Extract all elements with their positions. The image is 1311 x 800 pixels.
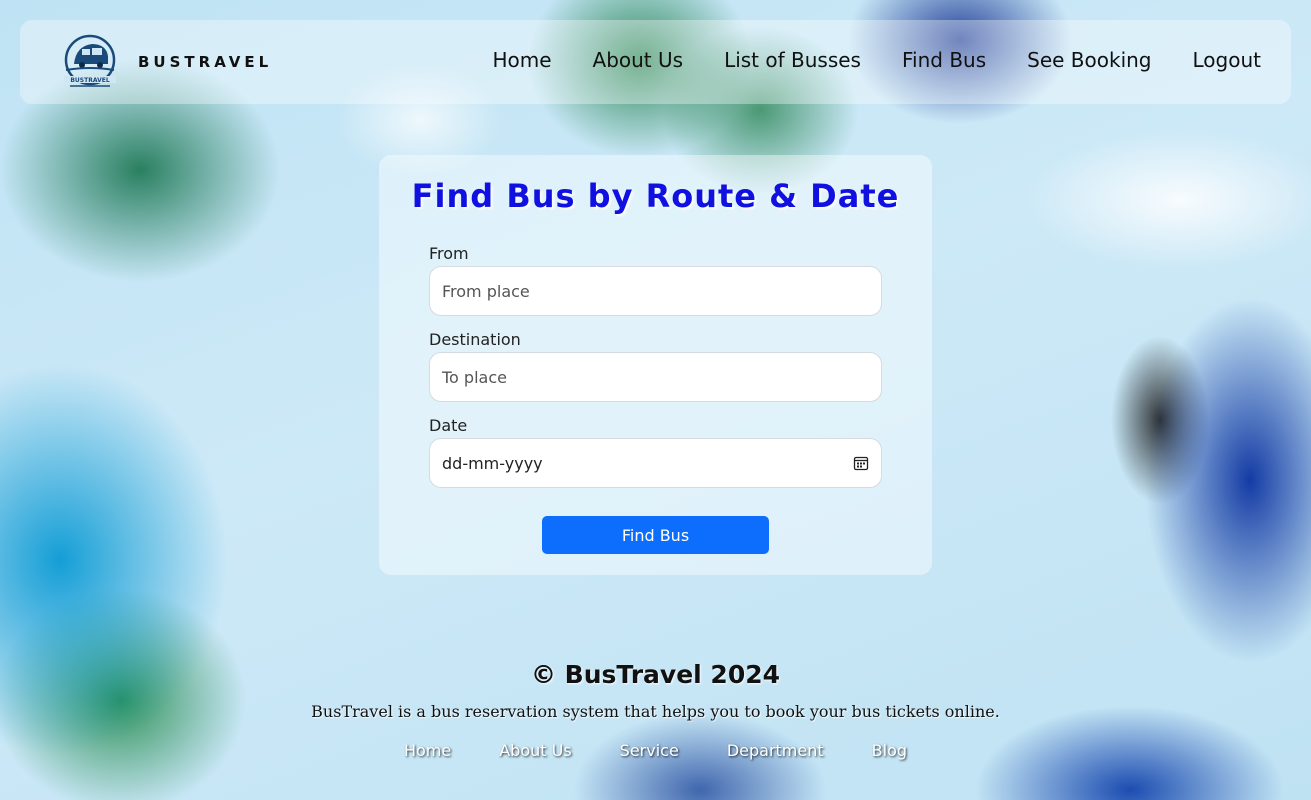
find-bus-button[interactable]: Find Bus bbox=[542, 516, 769, 554]
nav-find-bus[interactable]: Find Bus bbox=[902, 48, 986, 72]
footer-description: BusTravel is a bus reservation system th… bbox=[311, 702, 1000, 721]
nav-see-booking[interactable]: See Booking bbox=[1027, 48, 1151, 72]
destination-input[interactable] bbox=[429, 352, 882, 402]
date-input[interactable]: dd-mm-yyyy bbox=[429, 438, 882, 488]
main-nav: Home About Us List of Busses Find Bus Se… bbox=[492, 48, 1261, 72]
from-input[interactable] bbox=[429, 266, 882, 316]
logo-wordmark: BUSTRAVEL bbox=[70, 77, 109, 84]
find-bus-form: Find Bus by Route & Date From Destinatio… bbox=[379, 155, 932, 575]
brand-name: BUSTRAVEL bbox=[138, 53, 273, 71]
nav-logout[interactable]: Logout bbox=[1193, 48, 1261, 72]
footer-nav: Home About Us Service Department Blog bbox=[0, 741, 1311, 760]
nav-home[interactable]: Home bbox=[492, 48, 551, 72]
navbar: BUSTRAVEL BUSTRAVEL Home About Us List o… bbox=[20, 20, 1291, 104]
footer-link-home[interactable]: Home bbox=[404, 741, 451, 760]
footer-copyright: © BusTravel 2024 bbox=[530, 660, 781, 689]
date-label: Date bbox=[429, 416, 468, 435]
calendar-icon[interactable] bbox=[853, 455, 869, 471]
footer-link-blog[interactable]: Blog bbox=[872, 741, 907, 760]
date-placeholder: dd-mm-yyyy bbox=[442, 453, 543, 473]
nav-about-us[interactable]: About Us bbox=[593, 48, 684, 72]
footer-link-about-us[interactable]: About Us bbox=[499, 741, 571, 760]
brand-logo[interactable]: BUSTRAVEL BUSTRAVEL bbox=[60, 34, 272, 90]
bus-logo-icon: BUSTRAVEL bbox=[64, 34, 116, 87]
from-label: From bbox=[429, 244, 469, 263]
nav-list-of-busses[interactable]: List of Busses bbox=[724, 48, 861, 72]
footer-link-department[interactable]: Department bbox=[727, 741, 824, 760]
destination-label: Destination bbox=[429, 330, 521, 349]
form-title: Find Bus by Route & Date bbox=[411, 177, 900, 215]
footer-link-service[interactable]: Service bbox=[620, 741, 679, 760]
